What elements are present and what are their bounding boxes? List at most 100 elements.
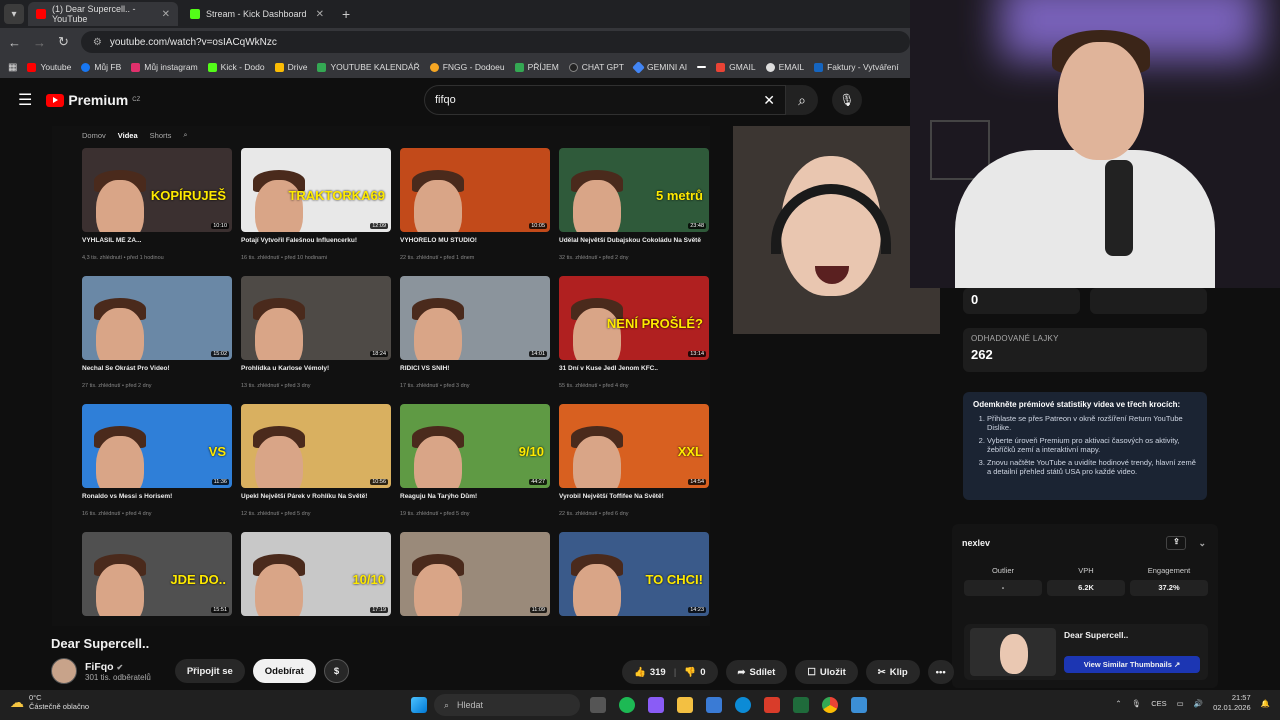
clear-search-icon[interactable]: ✕ — [763, 92, 775, 109]
site-info-icon[interactable]: ⚙ — [93, 37, 102, 48]
avatar[interactable] — [51, 658, 77, 684]
like-button[interactable]: 👍 319 | 👎 0 — [622, 660, 718, 684]
file-explorer-icon[interactable] — [677, 697, 693, 713]
bookmark-item[interactable]: YOUTUBE KALENDÁŘ — [317, 62, 420, 72]
video-card-title[interactable]: Reaguju Na Tarýho Dům! — [400, 493, 550, 509]
spotify-icon[interactable] — [619, 697, 635, 713]
forward-icon[interactable]: → — [33, 35, 46, 50]
obs-icon[interactable] — [764, 697, 780, 713]
video-thumbnail[interactable]: KOPÍRUJEŠ 10:10 — [82, 148, 232, 232]
video-card-title[interactable]: Potají Vytvořil Falešnou Influencerku! — [241, 237, 391, 253]
clip-button[interactable]: ✂ Klip — [865, 660, 920, 684]
language-indicator[interactable]: CES — [1151, 699, 1166, 708]
join-button[interactable]: Připojit se — [174, 659, 245, 683]
video-card-title[interactable]: Udělal Největší Dubajskou Čokoládu Na Sv… — [559, 237, 709, 253]
taskbar-search[interactable]: ⌕ Hledat — [434, 694, 580, 716]
video-card-title[interactable]: VYHLÁSIL MĚ ZA... — [82, 237, 232, 253]
tab-kick[interactable]: Stream - Kick Dashboard ✕ — [182, 2, 332, 26]
search-input[interactable]: fifqo ✕ — [424, 85, 786, 115]
video-card-title[interactable]: Upekl Největší Párek v Rohlíku Na Světě! — [241, 493, 391, 509]
video-card[interactable]: 11:09 — [400, 532, 550, 616]
video-player[interactable]: Domov Videa Shorts ⌕ KOPÍRUJEŠ 10:10 VYHLÁ… — [52, 126, 710, 626]
more-actions-button[interactable]: ••• — [927, 660, 954, 684]
video-card[interactable]: 10/10 17:19 — [241, 532, 391, 616]
video-thumbnail[interactable]: 18:24 — [241, 276, 391, 360]
video-card-title[interactable]: VYHOŘELO MU STUDIO! — [400, 237, 550, 253]
excel-icon[interactable] — [793, 697, 809, 713]
back-icon[interactable]: ← — [8, 35, 21, 50]
bookmark-item[interactable]: Můj instagram — [131, 62, 198, 72]
video-card[interactable]: 18:24 Prohlídka u Karlose Vémoly! 13 tis. … — [241, 276, 391, 389]
video-card[interactable]: TRAKTORKA69 12:09 Potají Vytvořil Falešnou… — [241, 148, 391, 261]
bookmark-item[interactable]: Můj FB — [81, 62, 121, 72]
task-view-icon[interactable] — [590, 697, 606, 713]
video-thumbnail[interactable]: TRAKTORKA69 12:09 — [241, 148, 391, 232]
tab-youtube[interactable]: (1) Dear Supercell.. - YouTube ✕ — [28, 2, 178, 26]
video-card-title[interactable]: Ronaldo vs Messi s Horisem! — [82, 493, 232, 509]
search-button[interactable]: ⌕ — [786, 85, 818, 115]
video-card[interactable]: 14:01 ŘIDIČI VS SNÍH! 17 tis. zhlédnutí • … — [400, 276, 550, 389]
chevron-up-icon[interactable]: ⌃ — [1115, 699, 1121, 708]
video-thumbnail[interactable]: 10/10 17:19 — [241, 532, 391, 616]
bookmark-item[interactable]: GMAIL — [716, 62, 756, 72]
video-card[interactable]: TO CHCI! 14:23 — [559, 532, 709, 616]
close-tab-icon[interactable]: ✕ — [316, 9, 324, 20]
new-tab-button[interactable]: + — [336, 6, 356, 22]
video-thumbnail[interactable]: TO CHCI! 14:23 — [559, 532, 709, 616]
chevron-down-icon[interactable]: ⌄ — [1198, 538, 1206, 549]
copilot-icon[interactable] — [648, 697, 664, 713]
video-card-title[interactable]: Vyrobil Největší Toffifee Na Světě! — [559, 493, 709, 509]
video-thumbnail[interactable]: 9/10 44:27 — [400, 404, 550, 488]
bookmark-item[interactable]: GEMINI AI — [632, 60, 687, 74]
video-thumbnail[interactable]: 5 metrů 23:48 — [559, 148, 709, 232]
video-card[interactable]: KOPÍRUJEŠ 10:10 VYHLÁSIL MĚ ZA... 4,3 tis. … — [82, 148, 232, 261]
video-card-title[interactable]: ŘIDIČI VS SNÍH! — [400, 365, 550, 381]
clock[interactable]: 21:57 02.01.2026 — [1213, 693, 1251, 713]
video-thumbnail[interactable]: 10:56 — [241, 404, 391, 488]
bookmark-item[interactable]: Faktury - Vytváření — [814, 62, 899, 72]
thanks-button[interactable]: $ — [323, 659, 350, 683]
bookmark-item[interactable]: EMAIL — [765, 62, 804, 72]
edge-icon[interactable] — [735, 697, 751, 713]
volume-icon[interactable]: 🔊 — [1194, 699, 1203, 708]
bookmark-item[interactable]: CHAT GPT — [568, 62, 624, 72]
bookmark-item[interactable]: PŘÍJEM — [514, 62, 559, 72]
tab-search-icon[interactable]: ▾ — [4, 4, 24, 24]
mail-icon[interactable] — [706, 697, 722, 713]
video-thumbnail[interactable]: 15:02 — [82, 276, 232, 360]
video-card[interactable]: 9/10 44:27 Reaguju Na Tarýho Dům! 19 tis. z… — [400, 404, 550, 517]
notepad-icon[interactable] — [851, 697, 867, 713]
video-card-title[interactable]: 31 Dní v Kuse Jedl Jenom KFC.. — [559, 365, 709, 381]
notification-icon[interactable]: 🔔 — [1261, 699, 1270, 708]
apps-grid-icon[interactable]: ▦ — [8, 62, 17, 73]
export-icon[interactable]: ⇪ — [1166, 536, 1187, 550]
microphone-icon[interactable]: 🎙 — [1132, 699, 1142, 708]
video-card-title[interactable]: Nechal Se Okrást Pro Video! — [82, 365, 232, 381]
similar-thumbnail[interactable] — [970, 628, 1056, 676]
bookmark-item[interactable]: Kick - Dodo — [207, 62, 265, 72]
video-card[interactable]: XXL 14:54 Vyrobil Největší Toffifee Na Svě… — [559, 404, 709, 517]
video-thumbnail[interactable]: XXL 14:54 — [559, 404, 709, 488]
channel-name[interactable]: FiFqo ✔ — [85, 661, 151, 673]
save-button[interactable]: ☐ Uložit — [795, 660, 858, 684]
youtube-logo[interactable]: Premium CZ — [46, 92, 140, 108]
bookmark-item[interactable]: Drive — [274, 62, 307, 72]
close-tab-icon[interactable]: ✕ — [162, 9, 170, 20]
video-card[interactable]: 10:56 Upekl Největší Párek v Rohlíku Na S… — [241, 404, 391, 517]
view-similar-thumbnails-button[interactable]: View Similar Thumbnails ↗ — [1064, 656, 1200, 673]
subscribe-button[interactable]: Odebírat — [252, 659, 316, 683]
video-thumbnail[interactable]: 14:01 — [400, 276, 550, 360]
weather-widget[interactable]: ☁ 0°C Částečně oblačno — [10, 693, 89, 711]
video-card[interactable]: JDE DO.. 15:51 — [82, 532, 232, 616]
video-thumbnail[interactable]: NENÍ PROŠLÉ? 13:14 — [559, 276, 709, 360]
menu-icon[interactable]: ☰ — [18, 90, 32, 110]
video-thumbnail[interactable]: VS 11:36 — [82, 404, 232, 488]
video-thumbnail[interactable]: JDE DO.. 15:51 — [82, 532, 232, 616]
url-field[interactable]: ⚙ youtube.com/watch?v=osIACqWkNzc — [80, 31, 910, 53]
video-card[interactable]: NENÍ PROŠLÉ? 13:14 31 Dní v Kuse Jedl Jeno… — [559, 276, 709, 389]
bookmark-item[interactable]: Youtube — [27, 62, 71, 72]
video-card[interactable]: VS 11:36 Ronaldo vs Messi s Horisem! 16 tis… — [82, 404, 232, 517]
video-card[interactable]: 5 metrů 23:48 Udělal Největší Dubajskou Čo… — [559, 148, 709, 261]
reload-icon[interactable]: ↻ — [58, 34, 69, 50]
chrome-icon[interactable] — [822, 697, 838, 713]
